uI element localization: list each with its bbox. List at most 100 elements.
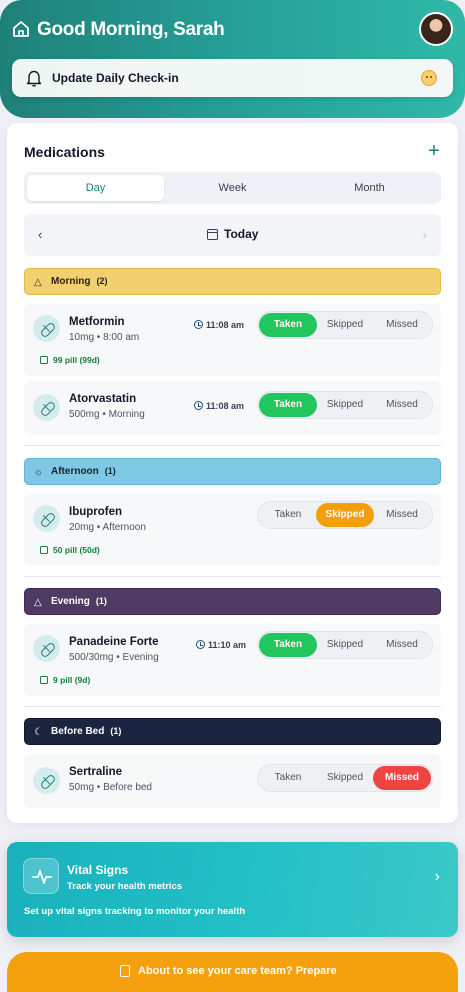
date-label: Today [224, 227, 259, 241]
skipped-button[interactable]: Skipped [316, 313, 374, 337]
pill-supply: 99 pill (99d) [40, 355, 100, 365]
tab-week[interactable]: Week [164, 175, 301, 201]
taken-button[interactable]: Taken [259, 313, 317, 337]
missed-button[interactable]: Missed [373, 633, 431, 657]
checkin-label: Update Daily Check-in [52, 71, 179, 85]
status-toggle: Taken Skipped Missed [257, 391, 433, 419]
tab-month[interactable]: Month [301, 175, 438, 201]
pill-supply: 50 pill (50d) [40, 545, 100, 555]
pill-supply: 9 pill (9d) [40, 675, 90, 685]
prepare-label: About to see your care team? Prepare [138, 965, 337, 977]
taken-button[interactable]: Taken [259, 633, 317, 657]
missed-button[interactable]: Missed [373, 313, 431, 337]
greeting-title: Good Morning, Sarah [37, 19, 225, 40]
vital-signs-title: Vital Signs [67, 863, 129, 877]
app-header: Good Morning, Sarah Update Daily Check-i… [0, 0, 465, 118]
vital-signs-card[interactable]: Vital Signs Track your health metrics › … [7, 842, 458, 937]
medication-name: Ibuprofen [69, 506, 123, 518]
medication-dose: 500mg • Morning [69, 409, 145, 420]
missed-button[interactable]: Missed [373, 393, 431, 417]
pill-icon [33, 635, 60, 662]
medications-title: Medications [24, 144, 105, 160]
box-icon [40, 546, 48, 554]
medication-item: Ibuprofen 20mg • Afternoon 50 pill (50d)… [24, 494, 441, 566]
chevron-right-icon[interactable]: › [435, 868, 440, 886]
medications-card: Medications + Day Week Month ‹ Today › △… [7, 123, 458, 823]
chevron-left-icon[interactable]: ‹ [38, 227, 42, 242]
medication-dose: 50mg • Before bed [69, 782, 152, 793]
medication-name: Panadeine Forte [69, 636, 159, 648]
section-name: Before Bed [51, 726, 105, 737]
heartbeat-icon [23, 858, 59, 894]
medication-item: Panadeine Forte 500/30mg • Evening 11:10… [24, 624, 441, 696]
medication-name: Sertraline [69, 766, 123, 778]
moon-icon: ☾ [34, 727, 43, 738]
home-icon[interactable] [12, 20, 30, 38]
section-name: Morning [51, 276, 91, 287]
medication-name: Metformin [69, 316, 125, 328]
period-tabs: Day Week Month [24, 172, 441, 204]
medication-item: Metformin 10mg • 8:00 am 11:08 am 99 pil… [24, 304, 441, 376]
vital-signs-subtitle: Track your health metrics [67, 881, 183, 892]
section-count: (1) [110, 726, 122, 736]
medication-dose: 10mg • 8:00 am [69, 332, 140, 343]
section-afternoon: ☼ Afternoon (1) [24, 458, 441, 485]
taken-time: 11:08 am [194, 401, 244, 411]
prepare-care-team-button[interactable]: About to see your care team? Prepare [7, 952, 458, 992]
section-before-bed: ☾ Before Bed (1) [24, 718, 441, 745]
vital-signs-description: Set up vital signs tracking to monitor y… [24, 906, 246, 917]
missed-button[interactable]: Missed [373, 766, 431, 790]
sunset-icon: △ [34, 597, 42, 608]
pill-icon [33, 394, 60, 421]
section-name: Evening [51, 596, 90, 607]
chevron-right-icon[interactable]: › [423, 227, 427, 242]
box-icon [40, 356, 48, 364]
taken-time: 11:08 am [194, 320, 244, 330]
avatar[interactable] [419, 12, 453, 46]
status-toggle: Taken Skipped Missed [257, 631, 433, 659]
section-count: (1) [104, 466, 116, 476]
sun-icon: ☼ [34, 467, 44, 478]
medication-item: Atorvastatin 500mg • Morning 11:08 am Ta… [24, 381, 441, 435]
medication-dose: 20mg • Afternoon [69, 522, 146, 533]
taken-time: 11:10 am [196, 640, 246, 650]
section-name: Afternoon [51, 466, 99, 477]
status-toggle: Taken Skipped Missed [257, 311, 433, 339]
divider [24, 706, 441, 707]
divider [24, 576, 441, 577]
clock-icon [194, 320, 203, 329]
section-count: (2) [96, 276, 108, 286]
pill-icon [33, 315, 60, 342]
skipped-button[interactable]: Skipped [316, 766, 374, 790]
taken-button[interactable]: Taken [259, 503, 317, 527]
medication-name: Atorvastatin [69, 393, 137, 405]
bell-icon [26, 70, 42, 87]
clipboard-icon [120, 965, 130, 977]
section-morning: △ Morning (2) [24, 268, 441, 295]
box-icon [40, 676, 48, 684]
add-medication-icon[interactable]: + [424, 141, 444, 161]
sunrise-icon: △ [34, 277, 42, 288]
medication-dose: 500/30mg • Evening [69, 652, 159, 663]
daily-checkin-button[interactable]: Update Daily Check-in [12, 59, 453, 97]
mood-emoji-icon [421, 70, 437, 86]
divider [24, 445, 441, 446]
medication-item: Sertraline 50mg • Before bed Taken Skipp… [24, 754, 441, 808]
tab-day[interactable]: Day [27, 175, 164, 201]
section-count: (1) [95, 596, 107, 606]
clock-icon [194, 401, 203, 410]
taken-button[interactable]: Taken [259, 766, 317, 790]
status-toggle: Taken Skipped Missed [257, 764, 433, 792]
skipped-button[interactable]: Skipped [316, 393, 374, 417]
pill-icon [33, 767, 60, 794]
status-toggle: Taken Skipped Missed [257, 501, 433, 529]
calendar-icon [207, 229, 218, 240]
skipped-button[interactable]: Skipped [316, 633, 374, 657]
missed-button[interactable]: Missed [373, 503, 431, 527]
pill-icon [33, 505, 60, 532]
clock-icon [196, 640, 205, 649]
date-navigator: ‹ Today › [24, 214, 441, 256]
skipped-button[interactable]: Skipped [316, 503, 374, 527]
taken-button[interactable]: Taken [259, 393, 317, 417]
section-evening: △ Evening (1) [24, 588, 441, 615]
